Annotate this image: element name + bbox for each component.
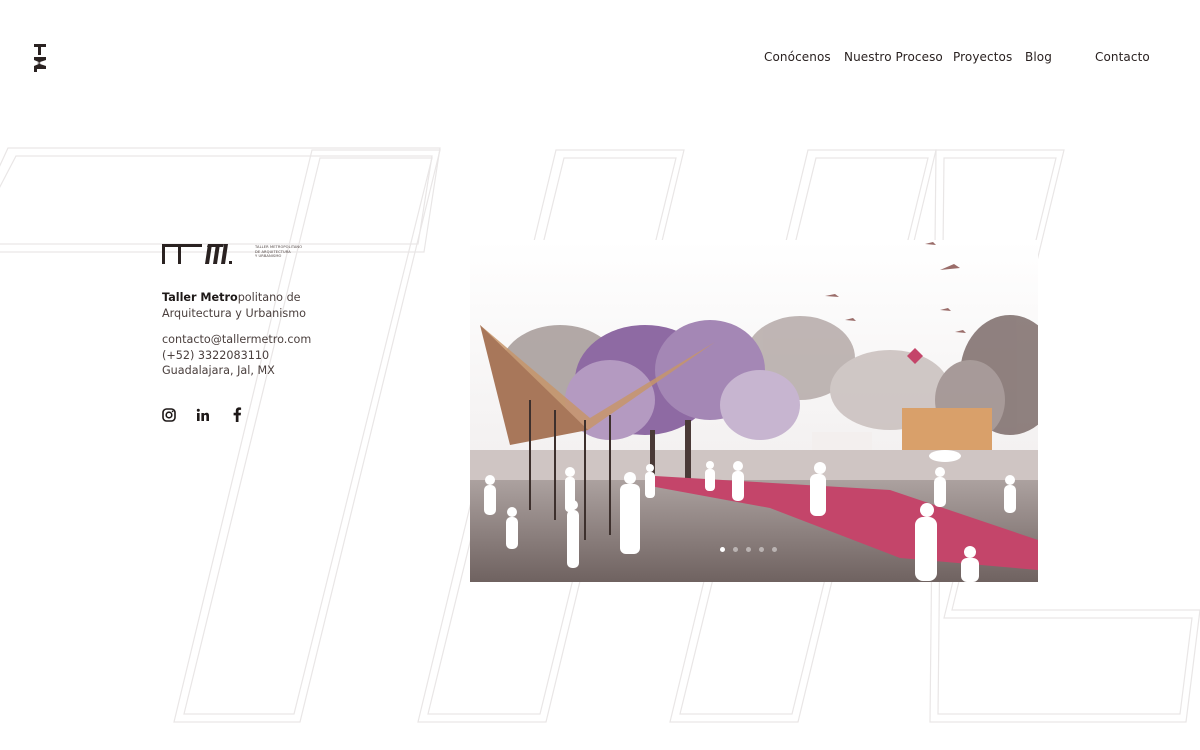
contact-phone[interactable]: (+52) 3322083110	[162, 348, 311, 364]
facebook-icon[interactable]	[228, 406, 245, 423]
brand-logo: TALLER METROPOLITANO DE ARQUITECTURA Y U…	[162, 242, 302, 266]
company-name: Taller Metropolitano de Arquitectura y U…	[162, 291, 306, 320]
slider-dot[interactable]	[746, 547, 751, 552]
slider-dot[interactable]	[759, 547, 764, 552]
hero-image	[470, 240, 1038, 582]
slider-dot[interactable]	[733, 547, 738, 552]
brand-mark-icon	[162, 244, 232, 264]
instagram-icon[interactable]	[160, 406, 177, 423]
nav-blog[interactable]: Blog	[1025, 50, 1052, 64]
brand-small-text: TALLER METROPOLITANO DE ARQUITECTURA Y U…	[255, 245, 303, 259]
contact-info: contacto@tallermetro.com (+52) 332208311…	[162, 332, 311, 379]
nav-conocenos[interactable]: Conócenos	[764, 50, 831, 64]
hero-slider[interactable]	[470, 240, 1038, 582]
slider-dot[interactable]	[772, 547, 777, 552]
social-links	[160, 406, 245, 423]
main-nav: Conócenos Nuestro Proceso Proyectos Blog…	[0, 50, 1200, 68]
slider-dots	[720, 547, 777, 552]
slider-dot[interactable]	[720, 547, 725, 552]
contact-email[interactable]: contacto@tallermetro.com	[162, 332, 311, 348]
nav-contacto[interactable]: Contacto	[1095, 50, 1150, 64]
linkedin-icon[interactable]	[194, 406, 211, 423]
nav-proyectos[interactable]: Proyectos	[953, 50, 1012, 64]
nav-nuestro-proceso[interactable]: Nuestro Proceso	[844, 50, 943, 64]
contact-location: Guadalajara, Jal, MX	[162, 364, 275, 377]
